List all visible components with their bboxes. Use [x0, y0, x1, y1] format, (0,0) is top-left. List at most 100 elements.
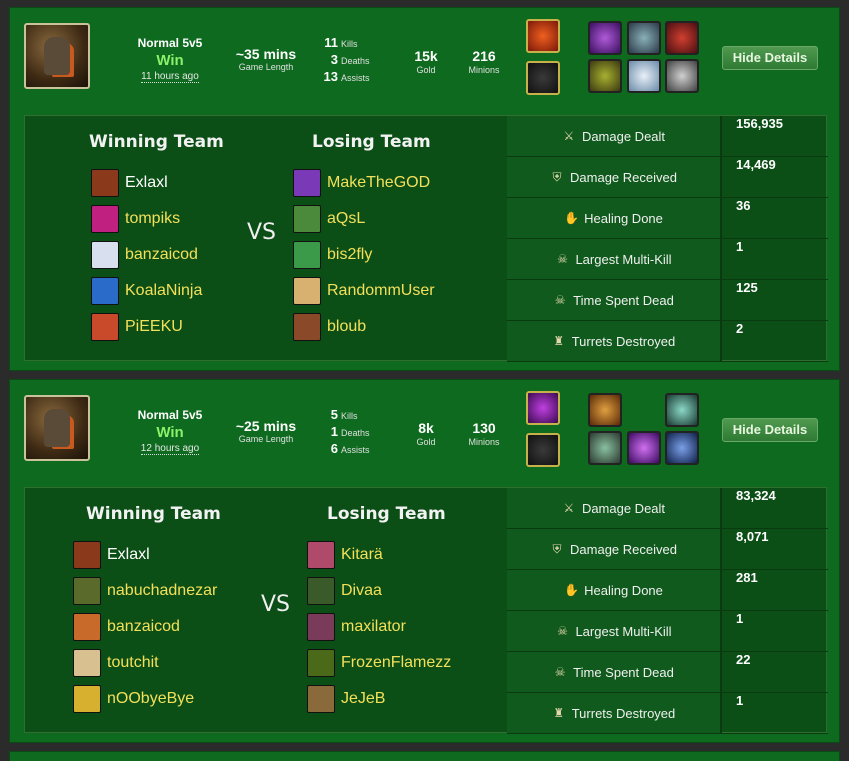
sword-icon: ⚔: [563, 129, 575, 143]
player-row[interactable]: FrozenFlamezz: [307, 648, 451, 678]
item-icon: [588, 21, 622, 55]
teams-panel: Winning Team Losing Team Exlaxl tompiks …: [25, 116, 507, 362]
player-name[interactable]: JeJeB: [341, 690, 385, 708]
stat-row: ☠ Time Spent Dead 22: [507, 652, 828, 693]
summoner-spell-icon: [526, 19, 560, 53]
player-name[interactable]: toutchit: [107, 654, 159, 672]
losing-team-header: Losing Team: [312, 132, 431, 152]
player-name[interactable]: Divaa: [341, 582, 382, 600]
kills-value: 11: [324, 35, 338, 50]
player-name[interactable]: nOObyeBye: [107, 690, 194, 708]
player-name[interactable]: Exlaxl: [125, 174, 168, 192]
hide-details-button[interactable]: Hide Details: [722, 418, 818, 442]
stat-label: Time Spent Dead: [573, 292, 674, 308]
match-card-2: Normal 5v5 Win 12 hours ago ~25 mins Gam…: [9, 379, 840, 743]
player-row[interactable]: maxilator: [307, 612, 406, 642]
stat-value: 156,935: [736, 116, 783, 131]
stat-row: ☠ Largest Multi-Kill 1: [507, 611, 828, 652]
stat-row: ⛨ Damage Received 8,071: [507, 529, 828, 570]
turret-icon: ♜: [553, 334, 565, 348]
stat-row: ✋ Healing Done 281: [507, 570, 828, 611]
stat-label: Healing Done: [584, 582, 663, 598]
hide-details-button[interactable]: Hide Details: [722, 46, 818, 70]
player-row[interactable]: KoalaNinja: [91, 276, 202, 306]
player-name[interactable]: banzaicod: [107, 618, 180, 636]
stat-row: ☠ Largest Multi-Kill 1: [507, 239, 828, 280]
game-length-label: Game Length: [238, 62, 294, 72]
stat-value: 8,071: [736, 529, 769, 544]
player-name[interactable]: Kitarä: [341, 546, 383, 564]
stat-label: Largest Multi-Kill: [575, 251, 672, 267]
stat-value: 22: [736, 652, 751, 667]
minions-stat: 216 Minions: [468, 48, 500, 75]
vs-label: VS: [261, 592, 291, 617]
stat-value: 2: [736, 321, 744, 336]
match-card-3: [9, 751, 840, 761]
player-name[interactable]: nabuchadnezar: [107, 582, 217, 600]
item-icon: [665, 393, 699, 427]
vs-label: VS: [247, 220, 277, 245]
player-row[interactable]: bloub: [293, 312, 366, 342]
player-row[interactable]: aQsL: [293, 204, 365, 234]
player-row[interactable]: bis2fly: [293, 240, 372, 270]
kills-value: 5: [330, 407, 338, 422]
winning-team-header: Winning Team: [86, 504, 221, 524]
player-row[interactable]: nabuchadnezar: [73, 576, 217, 606]
player-row[interactable]: PiEEKU: [91, 312, 183, 342]
player-name[interactable]: banzaicod: [125, 246, 198, 264]
summoner-spell-icon: [526, 391, 560, 425]
player-name[interactable]: PiEEKU: [125, 318, 183, 336]
player-row[interactable]: Exlaxl: [73, 540, 150, 570]
champion-portrait: [24, 23, 90, 89]
player-row[interactable]: Exlaxl: [91, 168, 168, 198]
turret-icon: ♜: [553, 706, 565, 720]
stat-row: ♜ Turrets Destroyed 1: [507, 693, 828, 734]
stat-value: 125: [736, 280, 758, 295]
deaths-label: Deaths: [341, 428, 370, 438]
player-row[interactable]: tompiks: [91, 204, 180, 234]
stat-label: Damage Received: [570, 541, 677, 557]
player-name[interactable]: maxilator: [341, 618, 406, 636]
match-card-1: Normal 5v5 Win 11 hours ago ~35 mins Gam…: [9, 7, 840, 371]
player-name[interactable]: Exlaxl: [107, 546, 150, 564]
player-row[interactable]: nOObyeBye: [73, 684, 194, 714]
stat-row: ✋ Healing Done 36: [507, 198, 828, 239]
game-length: ~35 mins: [235, 46, 297, 62]
player-row[interactable]: toutchit: [73, 648, 159, 678]
item-icon: [665, 431, 699, 465]
player-row[interactable]: Kitarä: [307, 540, 383, 570]
player-row[interactable]: JeJeB: [307, 684, 385, 714]
player-row[interactable]: banzaicod: [73, 612, 180, 642]
player-row[interactable]: Divaa: [307, 576, 382, 606]
item-icon: [588, 59, 622, 93]
kills-label: Kills: [341, 411, 358, 421]
player-name[interactable]: tompiks: [125, 210, 180, 228]
teams-panel: Winning Team Losing Team Exlaxl nabuchad…: [25, 488, 507, 734]
stat-label: Healing Done: [584, 210, 663, 226]
stat-row: ⚔ Damage Dealt 83,324: [507, 488, 828, 529]
item-icon: [588, 393, 622, 427]
player-row[interactable]: RandommUser: [293, 276, 435, 306]
match-details: Winning Team Losing Team Exlaxl nabuchad…: [24, 487, 828, 734]
player-name[interactable]: bloub: [327, 318, 366, 336]
skulls-icon: ☠: [557, 624, 568, 638]
player-name[interactable]: MakeTheGOD: [327, 174, 430, 192]
gold-stat: 8k Gold: [416, 420, 436, 447]
stat-value: 281: [736, 570, 758, 585]
stat-value: 1: [736, 693, 744, 708]
deaths-value: 1: [330, 424, 338, 439]
player-row[interactable]: MakeTheGOD: [293, 168, 430, 198]
player-row[interactable]: banzaicod: [91, 240, 198, 270]
winning-team-header: Winning Team: [89, 132, 224, 152]
game-mode: Normal 5v5: [137, 36, 203, 50]
match-result: Win: [156, 424, 184, 441]
player-name[interactable]: KoalaNinja: [125, 282, 202, 300]
player-name[interactable]: aQsL: [327, 210, 365, 228]
stat-value: 1: [736, 239, 744, 254]
stat-value: 14,469: [736, 157, 776, 172]
player-name[interactable]: FrozenFlamezz: [341, 654, 451, 672]
stat-value: 1: [736, 611, 744, 626]
player-name[interactable]: bis2fly: [327, 246, 372, 264]
player-name[interactable]: RandommUser: [327, 282, 435, 300]
time-ago: 11 hours ago: [141, 71, 199, 83]
